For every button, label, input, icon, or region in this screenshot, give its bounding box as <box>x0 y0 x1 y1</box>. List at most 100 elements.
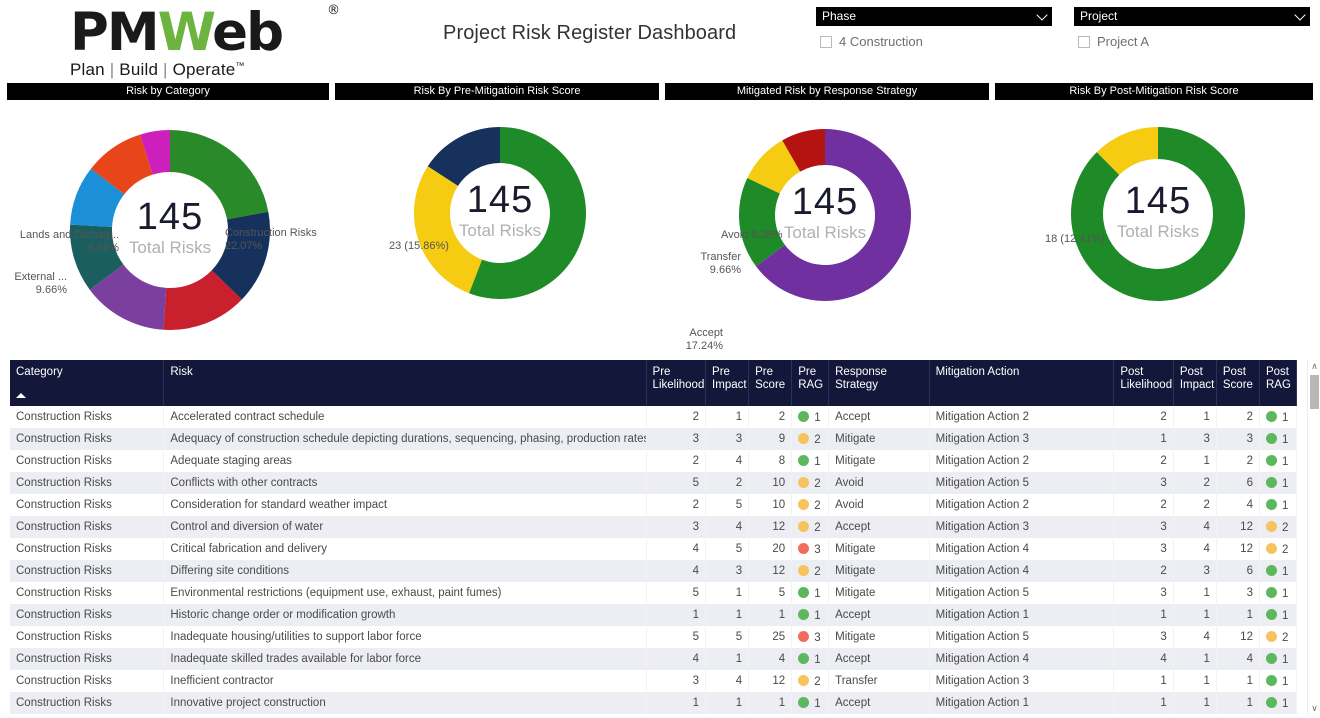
cell-pre_rag: 1 <box>791 648 830 670</box>
column-header-mitigation[interactable]: Mitigation Action <box>929 360 1115 406</box>
cell-post_rag: 1 <box>1259 560 1298 582</box>
column-header-post_imp[interactable]: Post Impact <box>1173 360 1217 406</box>
table-row[interactable]: Construction Risks Conflicts with other c… <box>10 472 1298 494</box>
cell-pre_score: 10 <box>748 472 793 494</box>
cell-post_like: 4 <box>1113 648 1174 670</box>
table-vertical-scrollbar[interactable]: ∧ ∨ <box>1307 360 1320 715</box>
column-header-pre_like[interactable]: Pre Likelihood <box>646 360 707 406</box>
chevron-down-icon[interactable] <box>1294 9 1306 21</box>
column-header-category[interactable]: Category <box>10 360 165 406</box>
chart-response-strategy[interactable]: 145 Total Risks Avoid 8.28% Transfer 9.66% A… <box>665 105 989 433</box>
checkbox-icon[interactable] <box>820 35 832 48</box>
rag-status-indicator <box>798 520 810 532</box>
cell-post_like: 1 <box>1113 692 1174 714</box>
cell-risk: Inefficient contractor <box>163 670 647 692</box>
cell-post_like: 3 <box>1113 472 1174 494</box>
column-header-line: Pre <box>712 366 730 378</box>
cell-post_rag: 2 <box>1259 626 1298 648</box>
column-header-response[interactable]: Response Strategy <box>828 360 930 406</box>
table-row[interactable]: Construction Risks Innovative project con… <box>10 692 1298 714</box>
table-row[interactable]: Construction Risks Historic change order … <box>10 604 1298 626</box>
panel-title-bars: Risk by Category Risk By Pre-Mitigatioin… <box>0 83 1320 105</box>
scrollbar-thumb[interactable] <box>1310 375 1319 409</box>
rag-status-indicator <box>798 696 810 708</box>
cell-response: Avoid <box>828 494 930 516</box>
column-header-risk[interactable]: Risk <box>163 360 647 406</box>
table-row[interactable]: Construction Risks Control and diversion … <box>10 516 1298 538</box>
cell-post_imp: 1 <box>1173 406 1217 428</box>
registered-trademark-icon: ® <box>327 3 340 18</box>
rag-value: 2 <box>814 433 821 446</box>
scroll-down-icon[interactable]: ∨ <box>1308 702 1320 715</box>
table-row[interactable]: Construction Risks Adequate staging areas… <box>10 450 1298 472</box>
cell-post_rag: 1 <box>1259 428 1298 450</box>
cell-pre_score: 10 <box>748 494 793 516</box>
cell-post_imp: 1 <box>1173 692 1217 714</box>
slicer-project[interactable]: Project Project A <box>1074 7 1310 49</box>
panel-title-response-strategy: Mitigated Risk by Response Strategy <box>665 83 989 100</box>
table-row[interactable]: Construction Risks Inefficient contractor… <box>10 670 1298 692</box>
column-header-line: Score <box>1222 379 1253 391</box>
cell-pre_rag: 2 <box>791 472 830 494</box>
cell-post_rag: 1 <box>1259 472 1298 494</box>
cell-response: Mitigate <box>828 626 930 648</box>
risk-register-table-container[interactable]: Category Risk Pre Likelihood Pre Impact Pre Sco… <box>10 360 1310 715</box>
cell-post_imp: 3 <box>1173 428 1217 450</box>
cell-category: Construction Risks <box>10 604 165 626</box>
checkbox-icon[interactable] <box>1078 35 1090 48</box>
cell-post_imp: 1 <box>1173 670 1217 692</box>
donut-center-value: 145 <box>466 179 534 221</box>
table-row[interactable]: Construction Risks Adequacy of constructi… <box>10 428 1298 450</box>
column-header-post_rag[interactable]: Post RAG <box>1259 360 1298 406</box>
slicer-phase-header[interactable]: Phase <box>816 7 1052 26</box>
table-row[interactable]: Construction Risks Critical fabrication a… <box>10 538 1298 560</box>
cell-post_score: 4 <box>1216 494 1260 516</box>
cell-post_score: 1 <box>1216 604 1260 626</box>
table-row[interactable]: Construction Risks Consideration for stan… <box>10 494 1298 516</box>
cell-response: Mitigate <box>828 428 930 450</box>
rag-value: 1 <box>1281 587 1289 600</box>
column-header-pre_imp[interactable]: Pre Impact <box>705 360 750 406</box>
chart-risk-by-category[interactable]: 145Total Risks Construction Risks 22.07% R… <box>7 105 329 438</box>
rag-status-indicator <box>1265 454 1277 466</box>
donut-charts-row: 145Total RisksConstruction Risks 22.07%R… <box>0 105 1320 438</box>
cell-post_imp: 1 <box>1173 648 1217 670</box>
slicer-project-option-0[interactable]: Project A <box>1074 34 1310 49</box>
cell-pre_imp: 4 <box>705 516 750 538</box>
sort-ascending-icon[interactable] <box>16 393 26 398</box>
cell-post_rag: 1 <box>1259 494 1298 516</box>
slicer-phase-option-label: 4 Construction <box>839 34 923 49</box>
cell-category: Construction Risks <box>10 582 165 604</box>
table-row[interactable]: Construction Risks Accelerated contract s… <box>10 406 1298 428</box>
rag-status-indicator <box>798 630 810 642</box>
cell-post_rag: 1 <box>1259 406 1298 428</box>
table-row[interactable]: Construction Risks Environmental restrict… <box>10 582 1298 604</box>
slicer-phase-title: Phase <box>822 9 857 23</box>
rag-value: 2 <box>814 565 821 578</box>
cell-pre_like: 5 <box>646 472 707 494</box>
column-header-line: Score <box>755 379 786 391</box>
slicer-phase[interactable]: Phase 4 Construction <box>816 7 1052 49</box>
table-row[interactable]: Construction Risks Inadequate housing/uti… <box>10 626 1298 648</box>
column-header-post_score[interactable]: Post Score <box>1216 360 1260 406</box>
donut-center-label: Total Risks <box>128 238 212 257</box>
cell-post_score: 1 <box>1216 692 1260 714</box>
cell-pre_rag: 1 <box>791 450 830 472</box>
column-header-post_like[interactable]: Post Likelihood <box>1113 360 1174 406</box>
chart-post-mitigation-score[interactable]: 145Total Risks18 (12.41%)127 (87.59%) <box>995 105 1313 426</box>
column-header-pre_score[interactable]: Pre Score <box>748 360 793 406</box>
donut-center-value: 145 <box>1124 180 1192 222</box>
cell-category: Construction Risks <box>10 516 165 538</box>
cell-risk: Environmental restrictions (equipment us… <box>163 582 647 604</box>
cell-pre_rag: 2 <box>791 428 830 450</box>
table-row[interactable]: Construction Risks Inadequate skilled tra… <box>10 648 1298 670</box>
table-row[interactable]: Construction Risks Differing site conditi… <box>10 560 1298 582</box>
chart-pre-mitigation-score[interactable]: 145Total Risks23 (15.86%)41 (28.28%)81 (… <box>335 105 659 422</box>
scroll-up-icon[interactable]: ∧ <box>1308 360 1320 373</box>
column-header-pre_rag[interactable]: Pre RAG <box>791 360 830 406</box>
chevron-down-icon[interactable] <box>1036 9 1048 21</box>
slicer-project-header[interactable]: Project <box>1074 7 1310 26</box>
cell-pre_rag: 1 <box>791 582 830 604</box>
slicer-phase-option-0[interactable]: 4 Construction <box>816 34 1052 49</box>
cell-category: Construction Risks <box>10 670 165 692</box>
